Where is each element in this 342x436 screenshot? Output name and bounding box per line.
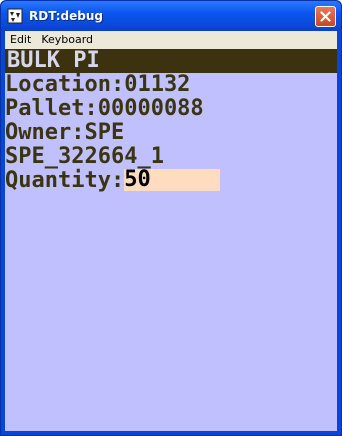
close-icon (320, 11, 331, 22)
menu-keyboard[interactable]: Keyboard (36, 31, 98, 49)
rdt-window: RDT:debug Edit Keyboard BULK PI Location… (0, 0, 342, 436)
window-title: RDT:debug (29, 9, 103, 23)
menu-bar: Edit Keyboard (5, 31, 337, 49)
quantity-label: Quantity: (5, 168, 125, 193)
pallet-line: Pallet:00000088 (5, 96, 204, 121)
reference-line: SPE_322664_1 (5, 144, 164, 169)
location-line: Location:01132 (5, 72, 191, 97)
owner-line: Owner:SPE (5, 120, 125, 145)
menu-edit[interactable]: Edit (5, 31, 36, 49)
quantity-line: Quantity:50 (5, 169, 337, 193)
screen-header: BULK PI (5, 49, 337, 73)
terminal-screen: BULK PI Location:01132 Pallet:00000088 O… (5, 49, 337, 431)
title-bar[interactable]: RDT:debug (1, 1, 341, 31)
quantity-input[interactable]: 50 (124, 169, 221, 191)
close-button[interactable] (315, 6, 336, 27)
rdt-app-icon (7, 8, 23, 24)
